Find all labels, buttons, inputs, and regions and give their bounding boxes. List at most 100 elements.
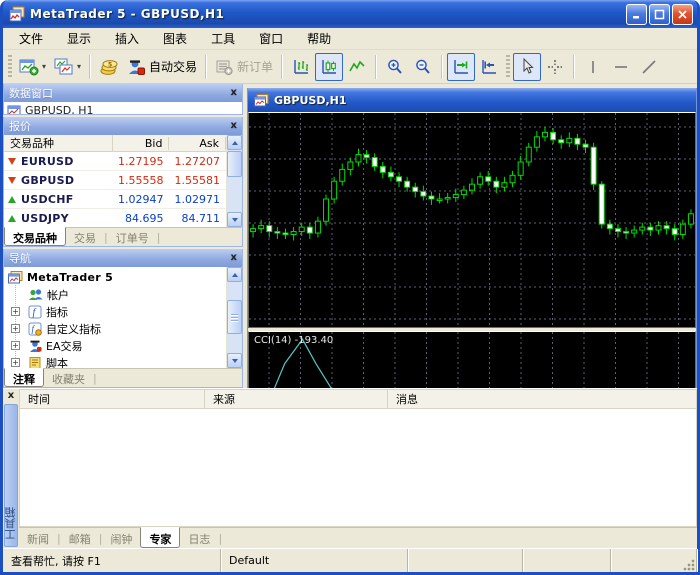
scroll-up-icon	[227, 135, 242, 150]
quote-row[interactable]: USDJPY 84.695 84.711	[4, 209, 226, 227]
menu-help[interactable]: 帮助	[295, 28, 343, 49]
price-direction-icon	[8, 157, 16, 165]
chart-window-titlebar[interactable]: GBPUSD,H1	[248, 88, 696, 112]
shift-chart-end-button[interactable]	[447, 52, 476, 81]
script-icon	[29, 356, 41, 368]
col-bid[interactable]: Bid	[113, 136, 170, 150]
col-symbol[interactable]: 交易品种	[4, 135, 113, 151]
vertical-line-button[interactable]	[579, 53, 607, 81]
zoom-out-icon	[416, 59, 430, 74]
expand-icon[interactable]: +	[11, 341, 20, 350]
chart-profiles-button[interactable]: ▾	[50, 53, 85, 81]
navigator-title: 导航	[9, 252, 31, 265]
toolbox-header: 时间 来源 消息	[19, 389, 697, 409]
trendline-button[interactable]	[635, 53, 663, 81]
tree-item-custom-indicators[interactable]: + f 自定义指标	[4, 320, 226, 337]
quote-row[interactable]: USDCHF 1.02947 1.02971	[4, 190, 226, 209]
expand-icon[interactable]: +	[11, 307, 20, 316]
expert-advisor-icon	[30, 340, 42, 352]
toolbar-grip[interactable]	[506, 54, 511, 79]
close-button[interactable]	[672, 3, 693, 25]
indicator-pane[interactable]: CCI(14) -193.40	[248, 331, 696, 388]
toolbox-strip-label: 工具箱	[4, 507, 17, 540]
tab-journal[interactable]: 日志	[180, 528, 218, 548]
tab-trade[interactable]: 交易	[66, 228, 104, 246]
close-icon[interactable]: x	[231, 88, 237, 98]
quotes-panel: 报价 x 交易品种 Bid Ask EURUSD 1.27195 1.27207…	[3, 117, 243, 247]
menu-file[interactable]: 文件	[7, 28, 55, 49]
quotes-scrollbar[interactable]	[226, 135, 242, 227]
col-time[interactable]: 时间	[20, 390, 205, 408]
toolbox-strip: x 工具箱	[3, 389, 19, 548]
close-icon[interactable]: x	[231, 121, 237, 131]
expand-icon[interactable]: +	[11, 358, 20, 367]
chart-window-title: GBPUSD,H1	[274, 93, 347, 107]
chevron-down-icon: ▾	[42, 62, 47, 71]
new-chart-icon	[19, 59, 39, 75]
trendline-icon	[642, 59, 656, 74]
menu-charts[interactable]: 图表	[151, 28, 199, 49]
autotrading-label: 自动交易	[149, 60, 198, 74]
autotrading-button[interactable]: 自动交易	[123, 53, 201, 81]
tab-ticket[interactable]: 订单号	[108, 228, 157, 246]
line-chart-button[interactable]	[343, 53, 371, 81]
close-icon[interactable]: x	[8, 389, 14, 403]
custom-indicator-icon: f	[28, 322, 42, 336]
quotes-titlebar[interactable]: 报价 x	[4, 117, 242, 135]
candlestick-chart-button[interactable]	[315, 52, 344, 81]
minimize-button[interactable]	[626, 3, 647, 25]
tab-favorites[interactable]: 收藏夹	[44, 369, 93, 387]
tree-item-indicators[interactable]: + f 指标	[4, 303, 226, 320]
chevron-down-icon: ▾	[77, 62, 82, 71]
quote-row[interactable]: EURUSD 1.27195 1.27207	[4, 152, 226, 171]
resize-grip[interactable]	[683, 559, 695, 571]
tab-common[interactable]: 注释	[4, 368, 44, 387]
cursor-icon	[523, 58, 534, 74]
tab-experts[interactable]: 专家	[140, 527, 181, 548]
quote-row[interactable]: GBPUSD 1.55558 1.55581	[4, 171, 226, 190]
candlestick-chart	[249, 113, 695, 327]
expand-icon[interactable]: +	[11, 324, 20, 333]
toolbox-band[interactable]: 工具箱	[4, 404, 18, 547]
status-profile[interactable]: Default	[221, 549, 408, 572]
menu-tools[interactable]: 工具	[199, 28, 247, 49]
toolbar-grip[interactable]	[8, 54, 12, 79]
tab-alerts[interactable]: 闹钟	[102, 528, 140, 548]
history-center-button[interactable]: 5	[95, 53, 123, 81]
tree-item-accounts[interactable]: 帐户	[4, 286, 226, 303]
tree-item-expert-advisors[interactable]: + EA交易	[4, 337, 226, 354]
data-window-titlebar[interactable]: 数据窗口 x	[4, 84, 242, 102]
col-ask[interactable]: Ask	[169, 136, 226, 150]
horizontal-line-button[interactable]	[607, 53, 635, 81]
price-chart-pane[interactable]	[248, 112, 696, 328]
tab-symbols[interactable]: 交易品种	[4, 227, 66, 246]
menu-insert[interactable]: 插入	[103, 28, 151, 49]
tree-item-scripts[interactable]: + 脚本	[4, 354, 226, 368]
navigator-titlebar[interactable]: 导航 x	[4, 249, 242, 267]
new-chart-button[interactable]: ▾	[15, 53, 50, 81]
cursor-button[interactable]	[513, 52, 542, 81]
application-window: MetaTrader 5 - GBPUSD,H1 文件 显示 插入 图表 工具 …	[0, 0, 700, 575]
bar-chart-button[interactable]	[287, 53, 315, 81]
shift-end-icon	[454, 59, 469, 74]
toolbox-body[interactable]	[19, 409, 697, 527]
col-source[interactable]: 来源	[205, 390, 388, 408]
zoom-in-button[interactable]	[381, 53, 409, 81]
navigator-scrollbar[interactable]	[226, 267, 242, 368]
zoom-out-button[interactable]	[409, 53, 437, 81]
tab-mailbox[interactable]: 邮箱	[61, 528, 99, 548]
tab-news[interactable]: 新闻	[19, 528, 57, 548]
autotrading-icon	[129, 59, 146, 75]
chart-window-icon	[254, 93, 269, 106]
col-message[interactable]: 消息	[388, 391, 696, 407]
title-bar[interactable]: MetaTrader 5 - GBPUSD,H1	[3, 0, 697, 28]
maximize-button[interactable]	[649, 3, 670, 25]
auto-scroll-button[interactable]	[475, 53, 503, 81]
menu-view[interactable]: 显示	[55, 28, 103, 49]
horizontal-line-icon	[615, 65, 628, 68]
tree-root[interactable]: MetaTrader 5	[4, 269, 226, 286]
crosshair-button[interactable]	[541, 53, 569, 81]
close-icon[interactable]: x	[231, 253, 237, 263]
new-order-button[interactable]: 新订单	[211, 53, 277, 81]
menu-window[interactable]: 窗口	[247, 28, 295, 49]
